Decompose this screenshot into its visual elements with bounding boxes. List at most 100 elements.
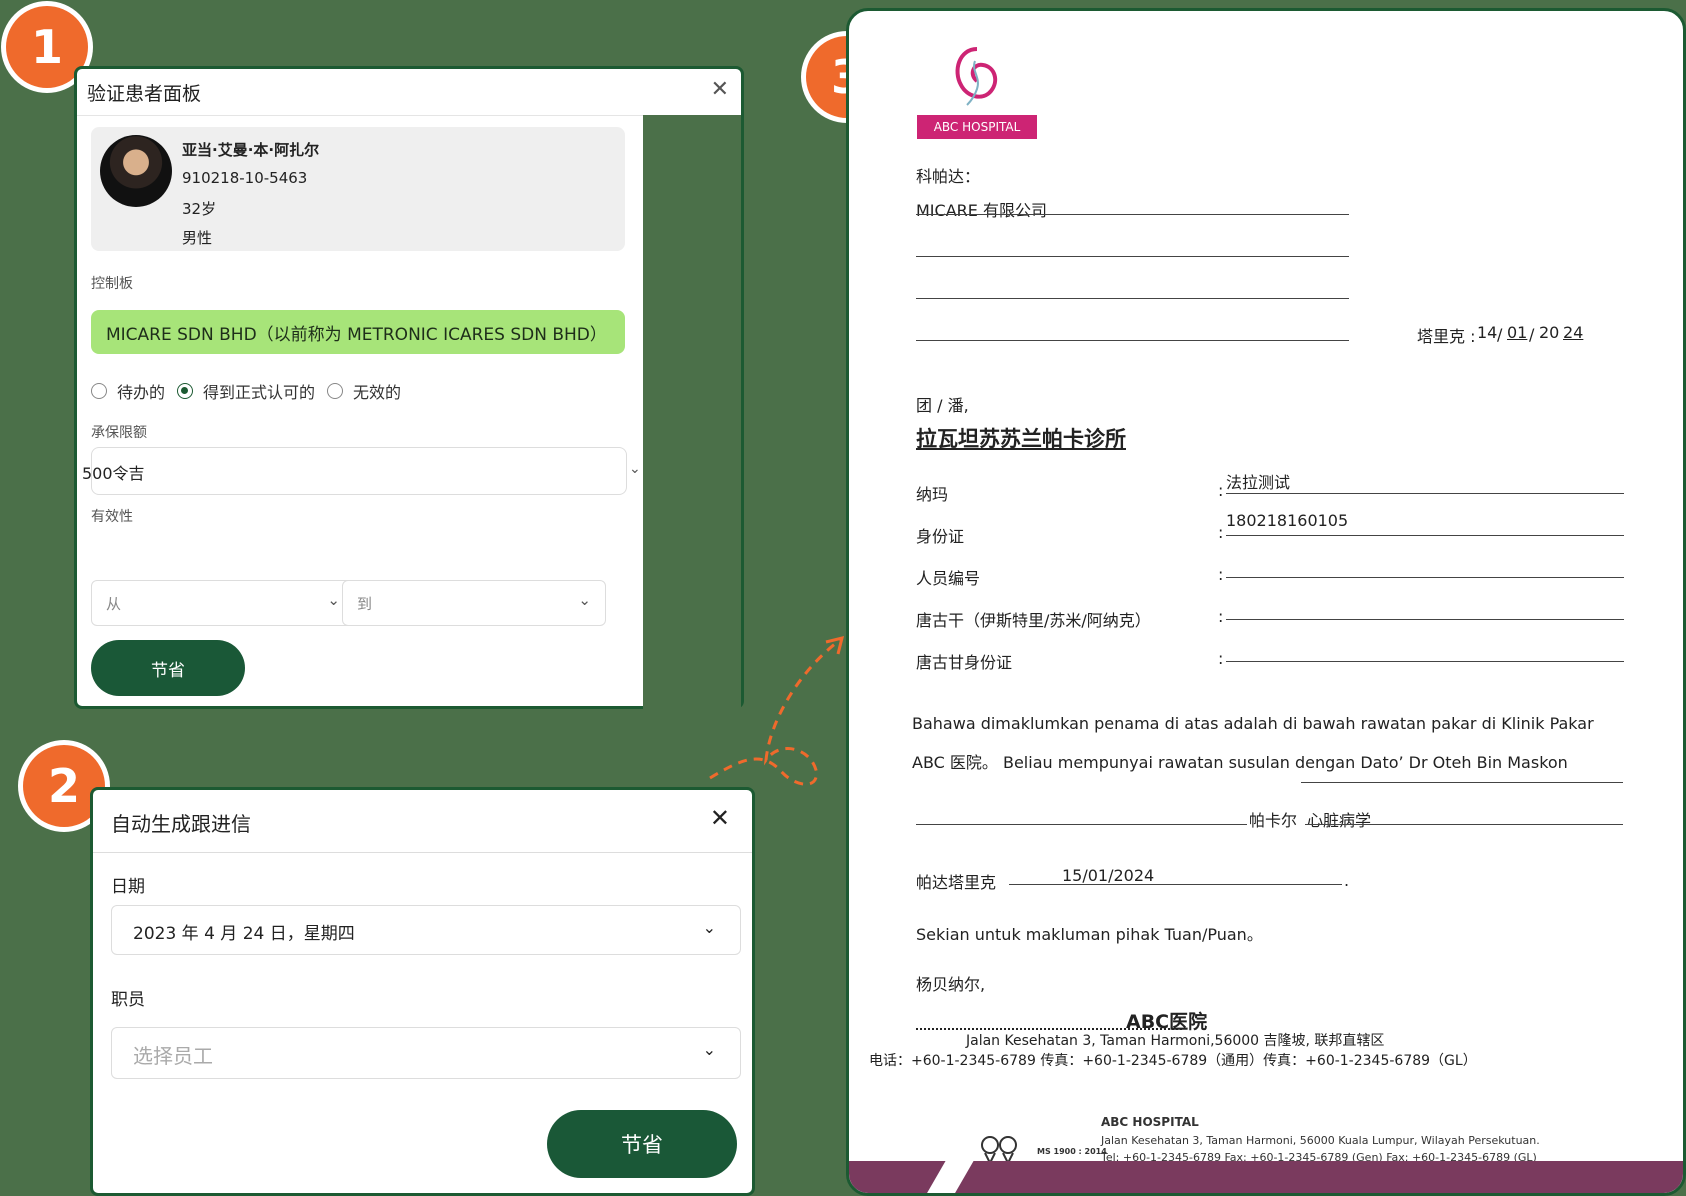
field-underline [1226,661,1624,662]
specialist-underline [1305,824,1623,825]
avatar [100,135,172,207]
field-label-dependent-ic: 唐古甘身份证 [916,653,1013,672]
field-underline [1226,535,1624,536]
body-text-line-2: ABC 医院。 Beliau mempunyai rawatan susulan… [912,753,1568,772]
status-option-label: 无效的 [353,383,402,402]
staff-select[interactable]: 选择员工 ⌄ [111,1027,741,1079]
letter-date-month: 01 [1507,323,1528,342]
field-value-name: 法拉测试 [1226,473,1291,492]
staff-label: 职员 [111,990,145,1010]
validity-label: 有效性 [91,509,133,525]
followup-letter-document: ABC HOSPITAL 科帕达： MICARE 有限公司 塔里克 : 14 /… [846,8,1686,1196]
chevron-down-icon: ⌄ [702,918,716,937]
arrow-connector-icon [709,635,845,786]
field-underline [1226,577,1624,578]
radio-icon[interactable] [91,383,107,399]
address-line [916,214,1349,215]
status-option-pending[interactable]: 待办的 [91,379,165,403]
date-select[interactable]: 2023 年 4 月 24 日，星期四 ⌄ [111,905,741,955]
panel-label: 控制板 [91,276,133,292]
blank-underline [916,824,1247,825]
field-label-staff-no: 人员编号 [916,569,981,588]
panel-header: 验证患者面板 ✕ [77,69,741,116]
panel-background-strip [643,115,741,715]
footer-address: Jalan Kesehatan 3, Taman Harmoni, 56000 … [1101,1134,1540,1147]
divider [93,852,752,853]
status-option-label: 待办的 [117,383,166,402]
body-text-line-1: Bahawa dimaklumkan penama di atas adalah… [912,714,1594,733]
followup-underline [1009,884,1342,885]
panel-company-pill[interactable]: MICARE SDN BHD（以前称为 METRONIC ICARES SDN … [91,310,625,354]
followup-date-label: 帕达塔里克 [916,873,997,892]
hospital-logo-icon [955,47,998,106]
status-option-label: 得到正式认可的 [203,383,316,402]
field-value-ic: 180218160105 [1226,511,1349,530]
limit-label: 承保限额 [91,425,147,441]
limit-value: 500令吉 [82,464,145,483]
field-underline [1226,493,1624,494]
validity-from-select[interactable]: 从 ⌄ [91,580,355,626]
date-label: 日期 [111,877,145,897]
date-value: 2023 年 4 月 24 日，星期四 [133,924,355,944]
followup-letter-panel: 自动生成跟进信 ✕ 日期 2023 年 4 月 24 日，星期四 ⌄ 职员 选择… [90,787,755,1196]
hospital-logo-text: ABC HOSPITAL [917,115,1037,139]
letter-date-year-suffix: 24 [1563,323,1584,342]
validity-to-select[interactable]: 到 ⌄ [342,580,606,626]
footer-hospital-name: ABC HOSPITAL [1101,1115,1199,1129]
clinic-title: 拉瓦坦苏苏兰帕卡诊所 [916,427,1126,451]
chevron-down-icon[interactable]: ⌄ [629,461,641,477]
hospital-address: Jalan Kesehatan 3, Taman Harmoni,56000 吉… [966,1033,1385,1049]
patient-age: 32岁 [182,200,217,218]
save-button[interactable]: 节省 [547,1110,737,1178]
limit-select[interactable]: 500令吉 [82,447,627,495]
field-colon: : [1218,523,1224,542]
patient-ic: 910218-10-5463 [182,169,308,187]
panel-title: 验证患者面板 [87,83,202,105]
doctor-underline [1301,782,1623,783]
letter-date-label: 塔里克 : [1417,327,1476,346]
hospital-contact: 电话：+60-1-2345-6789 传真：+60-1-2345-6789（通用… [869,1053,1477,1069]
field-underline [1226,619,1624,620]
certification-text: MS 1900 : 2014 [1037,1147,1107,1156]
followup-date-value: 15/01/2024 [1062,866,1155,885]
regards: 杨贝纳尔, [916,975,986,994]
address-line [916,298,1349,299]
salutation: 团 / 潘, [916,396,969,415]
status-option-invalid[interactable]: 无效的 [327,379,401,403]
field-colon: : [1218,607,1224,626]
letter-date-year-prefix: 20 [1539,323,1560,342]
to-placeholder: 到 [357,595,373,613]
chevron-down-icon: ⌄ [578,591,591,609]
address-line [916,340,1349,341]
chevron-down-icon: ⌄ [327,591,340,609]
specialist-value: 心脏病学 [1307,811,1372,830]
specialist-label: 帕卡尔 [1249,811,1298,830]
followup-period: . [1344,871,1350,890]
letter-date-day: 14 [1477,323,1498,342]
radio-selected-icon[interactable] [177,383,193,399]
to-company: MICARE 有限公司 [916,201,1047,220]
from-placeholder: 从 [106,595,122,613]
field-label-ic: 身份证 [916,527,965,546]
field-colon: : [1218,649,1224,668]
field-label-dependent: 唐古干（伊斯特里/苏米/阿纳克） [916,611,1151,630]
close-icon[interactable]: ✕ [711,77,729,102]
chevron-down-icon: ⌄ [702,1040,716,1059]
status-option-approved[interactable]: 得到正式认可的 [177,379,315,403]
verify-patient-panel: 验证患者面板 ✕ 亚当·艾曼·本·阿扎尔 910218-10-5463 32岁 … [74,66,744,715]
address-line [916,256,1349,257]
save-button[interactable]: 节省 [91,640,245,696]
patient-name: 亚当·艾曼·本·阿扎尔 [182,141,320,159]
close-icon[interactable]: ✕ [710,804,730,832]
to-label: 科帕达： [916,167,981,186]
patient-card: 亚当·艾曼·本·阿扎尔 910218-10-5463 32岁 男性 [91,127,625,251]
patient-gender: 男性 [182,229,213,247]
field-colon: : [1218,481,1224,500]
field-colon: : [1218,565,1224,584]
panel-title: 自动生成跟进信 [111,812,251,836]
radio-icon[interactable] [327,383,343,399]
field-label-name: 纳玛 [916,485,949,504]
footer-band [849,1161,1683,1193]
staff-placeholder: 选择员工 [133,1044,213,1068]
closing-line: Sekian untuk makluman pihak Tuan/Puan。 [916,925,1263,944]
